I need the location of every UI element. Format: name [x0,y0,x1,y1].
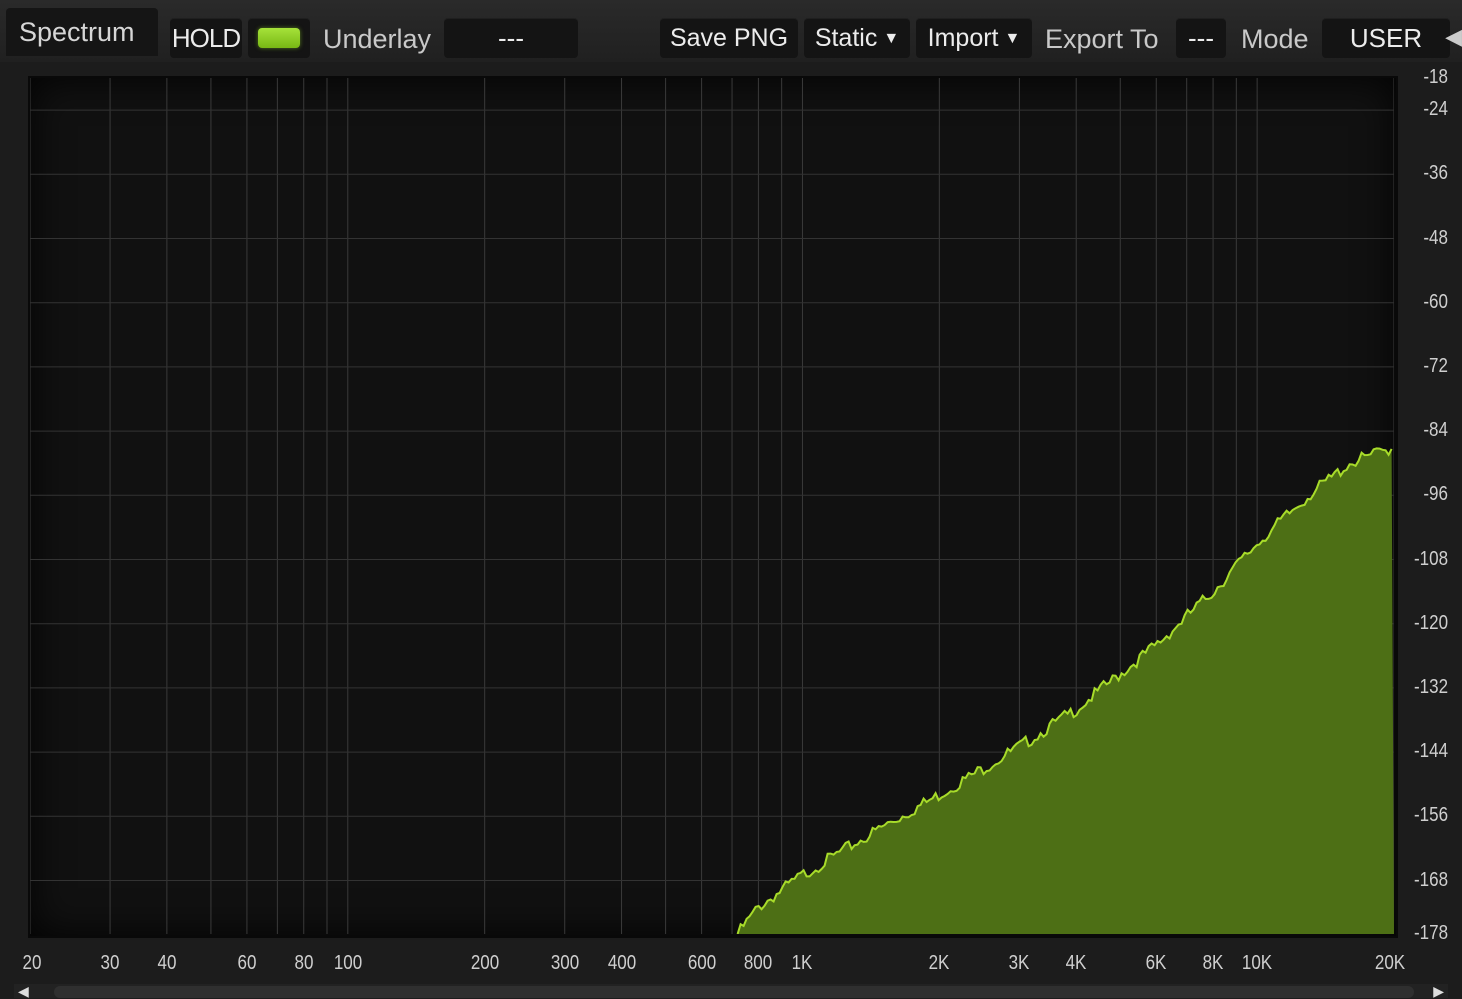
static-dropdown-label: Static [814,24,878,52]
db-tick-label: -144 [1413,740,1448,763]
frequency-tick-label: 1K [792,952,813,974]
frequency-tick-label: 100 [333,952,362,974]
frequency-tick-label: 600 [687,952,716,974]
toolbar-scroll-arrow-icon[interactable]: ◀ [1445,24,1462,50]
db-tick-label: -108 [1413,547,1448,570]
import-dropdown-label: Import [927,24,999,52]
db-tick-label: -156 [1413,804,1448,827]
frequency-tick-label: 60 [237,952,257,974]
frequency-tick-label: 200 [470,952,499,974]
frequency-tick-label: 10K [1241,952,1273,974]
hold-toggle[interactable] [248,18,310,58]
mode-selector[interactable]: USER [1322,18,1450,58]
frequency-axis: 20 30 40 60 80 100 200 300 400 600 800 1K 2K 3K 4K 6K 8K… [0,946,1462,982]
horizontal-scrollbar[interactable]: ◀ ▶ [14,984,1448,998]
frequency-tick-label: 400 [607,952,636,974]
frequency-tick-label: 80 [294,952,314,974]
static-dropdown[interactable]: Static ▼ [804,18,910,58]
db-tick-label: -36 [1423,162,1448,185]
db-tick-label: -60 [1423,290,1448,313]
underlay-label: Underlay [323,24,432,54]
toolbar: Spectrum HOLD Underlay --- Save PNG Stat… [0,0,1462,62]
db-tick-label: -48 [1423,226,1448,249]
db-tick-label: -72 [1423,354,1448,377]
frequency-tick-label: 6K [1145,952,1167,974]
db-tick-label: -96 [1423,483,1448,506]
underlay-selector[interactable]: --- [444,18,578,58]
db-tick-label: -84 [1423,419,1448,442]
scroll-left-icon[interactable]: ◀ [18,984,29,998]
frequency-tick-label: 3K [1008,952,1030,974]
save-png-button[interactable]: Save PNG [660,18,798,58]
db-axis: -18 -24 -36 -48 -60 -72 -84 -96 -108 -120 -132 -144… [1400,66,1462,946]
hold-led-indicator [258,28,300,48]
db-tick-label: -178 [1413,922,1448,944]
frequency-tick-label: 20 [22,952,42,974]
frequency-tick-label: 40 [157,952,177,974]
frequency-tick-label: 4K [1065,952,1087,974]
db-tick-label: -132 [1413,675,1448,698]
scroll-right-icon[interactable]: ▶ [1433,984,1444,998]
import-dropdown[interactable]: Import ▼ [916,18,1032,58]
frequency-tick-label: 8K [1202,952,1224,974]
export-to-selector[interactable]: --- [1176,18,1226,58]
spectrum-area [737,448,1394,934]
spectrum-graph[interactable] [30,78,1394,934]
frequency-tick-label: 800 [744,952,773,974]
db-tick-label: -168 [1413,868,1448,891]
caret-down-icon: ▼ [1004,30,1021,47]
db-tick-label: -24 [1423,98,1448,121]
db-tick-label: -120 [1413,611,1448,634]
mode-label: Mode [1241,24,1309,54]
spectrum-tab[interactable]: Spectrum [6,8,158,56]
db-tick-label: -18 [1423,66,1448,88]
frequency-tick-label: 300 [550,952,579,974]
caret-down-icon: ▼ [883,30,900,47]
frequency-tick-label: 2K [928,952,950,974]
scrollbar-thumb[interactable] [54,986,1414,998]
export-to-label: Export To [1045,24,1159,54]
hold-button[interactable]: HOLD [170,18,242,58]
frequency-tick-label: 20K [1374,952,1406,974]
frequency-tick-label: 30 [100,952,120,974]
